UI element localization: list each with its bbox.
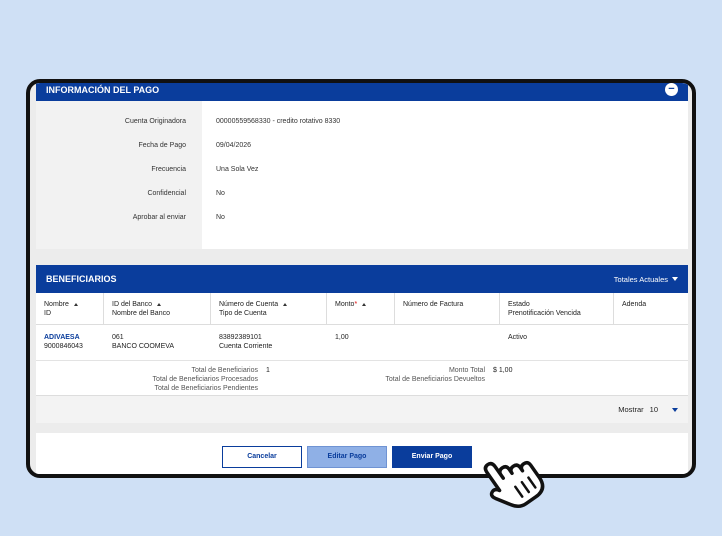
approve-on-send-value: No (216, 214, 225, 221)
totals-summary: Total de Beneficiarios 1 Total de Benefi… (36, 361, 688, 395)
col-name-id[interactable]: Nombre ID (36, 293, 104, 324)
sort-asc-icon[interactable] (73, 303, 78, 306)
processed-beneficiaries-label: Total de Beneficiarios Procesados (152, 376, 258, 383)
screen-frame: INFORMACIÓN DEL PAGO − Cuenta Originador… (26, 79, 696, 478)
col-account[interactable]: Número de Cuenta Tipo de Cuenta (211, 293, 327, 324)
col-status[interactable]: Estado Prenotificación Vencida (500, 293, 614, 324)
col-bank[interactable]: ID del Banco Nombre del Banco (104, 293, 211, 324)
origin-account-value: 00000559568330 - credito rotativo 8330 (216, 118, 341, 125)
account-number: 83892389101 (219, 334, 262, 341)
total-beneficiaries-value: 1 (266, 367, 270, 374)
hand-pointer-icon (483, 460, 545, 509)
col-name-label: Nombre (44, 301, 69, 308)
payment-date-label: Fecha de Pago (138, 142, 186, 149)
col-status-label: Estado (508, 301, 530, 308)
beneficiaries-panel: BENEFICIARIOS Totales Actuales Nombre ID… (36, 265, 688, 423)
col-amount-label: Monto (335, 301, 355, 308)
payment-info-labels: Cuenta Originadora Fecha de Pago Frecuen… (36, 101, 202, 249)
actions-bar: Cancelar Editar Pago Enviar Pago (36, 433, 688, 474)
total-beneficiaries-label: Total de Beneficiarios (191, 367, 258, 374)
returned-beneficiaries-label: Total de Beneficiarios Devueltos (385, 376, 485, 383)
account-type: Cuenta Corriente (219, 343, 273, 350)
frequency-label: Frecuencia (151, 166, 186, 173)
edit-payment-button[interactable]: Editar Pago (307, 445, 387, 468)
totals-dropdown-label: Totales Actuales (613, 274, 668, 284)
pending-beneficiaries-label: Total de Beneficiarios Pendientes (154, 385, 258, 392)
page-size-value: 10 (649, 405, 658, 414)
col-prenotification-label: Prenotificación Vencida (508, 310, 581, 317)
sort-asc-icon[interactable] (157, 303, 162, 306)
sort-asc-icon[interactable] (362, 303, 367, 306)
show-label: Mostrar (618, 405, 644, 414)
chevron-down-icon (672, 277, 678, 281)
payment-date-value: 09/04/2026 (216, 142, 252, 149)
sort-asc-icon[interactable] (283, 303, 288, 306)
table-header: Nombre ID ID del Banco Nombre del Banco … (36, 293, 688, 325)
col-amount[interactable]: Monto* (327, 293, 395, 324)
confidential-label: Confidencial (147, 190, 186, 197)
col-addenda-label: Adenda (622, 301, 647, 308)
page-size-select[interactable]: 10 (650, 405, 678, 414)
beneficiary-id: 9000846043 (44, 343, 83, 350)
payment-info-title: INFORMACIÓN DEL PAGO (46, 84, 160, 95)
col-invoice-label: Número de Factura (403, 301, 464, 308)
send-payment-button[interactable]: Enviar Pago (392, 445, 472, 468)
beneficiaries-title: BENEFICIARIOS (46, 274, 117, 284)
col-addenda[interactable]: Adenda (614, 293, 688, 324)
beneficiaries-header: BENEFICIARIOS Totales Actuales (36, 265, 688, 293)
payment-info-panel: INFORMACIÓN DEL PAGO − Cuenta Originador… (36, 83, 688, 249)
totals-dropdown[interactable]: Totales Actuales (614, 275, 678, 284)
col-bank-id-label: ID del Banco (112, 301, 153, 308)
bank-name: BANCO COOMEVA (112, 343, 175, 350)
chevron-down-icon (672, 407, 678, 412)
payment-info-header: INFORMACIÓN DEL PAGO − (36, 83, 688, 101)
total-amount-value: $ 1,00 (493, 367, 513, 374)
beneficiary-name-link[interactable]: ADIVAESA (44, 333, 104, 342)
bank-id: 061 (112, 334, 124, 341)
origin-account-label: Cuenta Originadora (124, 118, 186, 125)
cancel-button[interactable]: Cancelar (222, 445, 302, 468)
table-row[interactable]: ADIVAESA 9000846043 061 BANCO COOMEVA 83… (36, 325, 688, 361)
collapse-icon[interactable]: − (665, 83, 678, 96)
col-account-number-label: Número de Cuenta (219, 301, 279, 308)
page-size-bar: Mostrar 10 (36, 395, 688, 423)
payment-info-values: 00000559568330 - credito rotativo 8330 0… (202, 101, 688, 249)
frequency-value: Una Sola Vez (216, 166, 259, 173)
payment-info-body: Cuenta Originadora Fecha de Pago Frecuen… (36, 101, 688, 249)
col-bank-name-label: Nombre del Banco (112, 310, 170, 317)
amount: 1,00 (335, 334, 349, 341)
confidential-value: No (216, 190, 225, 197)
status: Activo (508, 334, 528, 341)
col-id-label: ID (44, 310, 51, 317)
total-amount-label: Monto Total (448, 367, 485, 374)
col-invoice[interactable]: Número de Factura (395, 293, 500, 324)
approve-on-send-label: Aprobar al enviar (132, 214, 186, 221)
required-asterisk: * (354, 301, 358, 308)
col-account-type-label: Tipo de Cuenta (219, 310, 267, 317)
